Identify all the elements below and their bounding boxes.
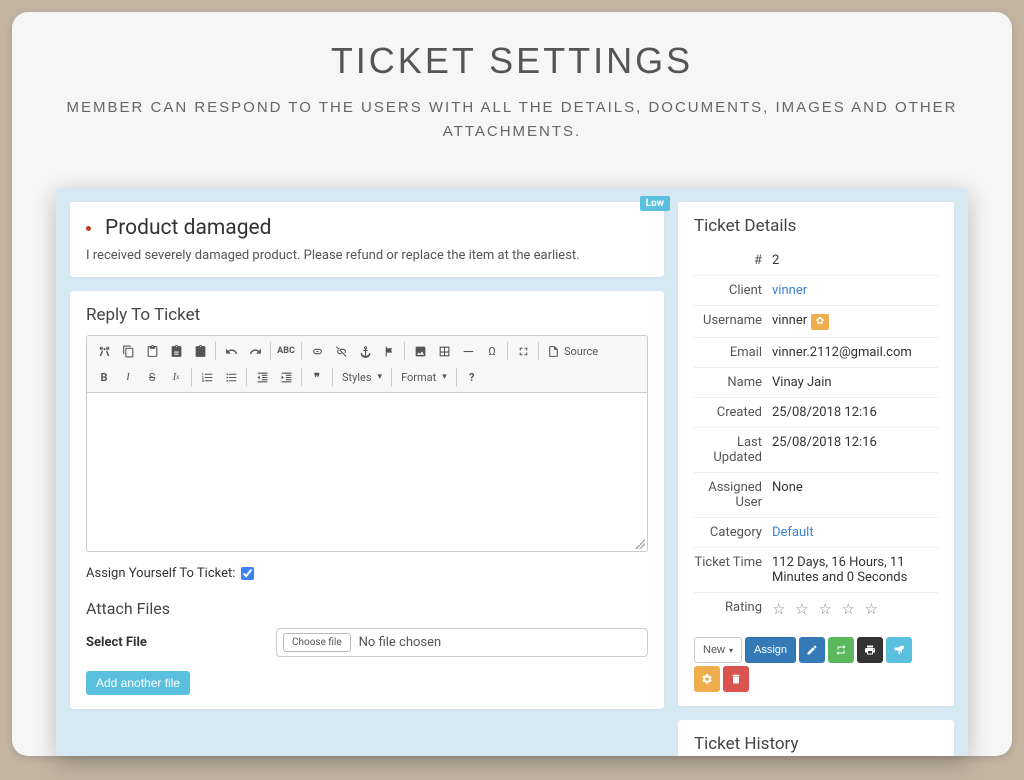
detail-row: Rating☆ ☆ ☆ ☆ ☆ — [694, 593, 938, 625]
maximize-icon[interactable] — [512, 340, 534, 362]
paste-icon[interactable] — [141, 340, 163, 362]
print-icon-button[interactable] — [857, 637, 883, 663]
settings-icon-button[interactable] — [694, 666, 720, 692]
paste-text-icon[interactable] — [165, 340, 187, 362]
ticket-history-panel: Ticket History — [678, 720, 954, 756]
reply-panel: Reply To Ticket ABC — [70, 291, 664, 709]
attach-heading: Attach Files — [86, 599, 648, 618]
file-input[interactable]: Choose file No file chosen — [276, 628, 648, 657]
anchor-icon[interactable] — [354, 340, 376, 362]
blockquote-icon[interactable]: ❞ — [306, 366, 328, 388]
indent-icon[interactable] — [275, 366, 297, 388]
announce-icon-button[interactable] — [886, 637, 912, 663]
bold-icon[interactable]: B — [93, 366, 115, 388]
bullet-list-icon[interactable] — [220, 366, 242, 388]
action-row: New ▾ Assign — [694, 637, 938, 692]
detail-row: Assigned UserNone — [694, 473, 938, 518]
file-status: No file chosen — [359, 635, 442, 650]
detail-row: Clientvinner — [694, 276, 938, 306]
undo-icon[interactable] — [220, 340, 242, 362]
ticket-description: I received severely damaged product. Ple… — [86, 248, 648, 263]
hr-icon[interactable] — [457, 340, 479, 362]
format-dropdown[interactable]: Format — [396, 368, 452, 387]
assign-checkbox[interactable] — [241, 567, 254, 580]
resize-handle[interactable] — [635, 539, 645, 549]
spellcheck-icon[interactable]: ABC — [275, 340, 297, 362]
detail-row: Usernamevinner✿ — [694, 306, 938, 338]
detail-row: Ticket Time112 Days, 16 Hours, 11 Minute… — [694, 548, 938, 593]
paste-word-icon[interactable] — [189, 340, 211, 362]
detail-row: Created25/08/2018 12:16 — [694, 398, 938, 428]
edit-icon-button[interactable] — [799, 637, 825, 663]
status-dot — [86, 226, 91, 231]
numbered-list-icon[interactable] — [196, 366, 218, 388]
unlink-icon[interactable] — [330, 340, 352, 362]
assign-button[interactable]: Assign — [745, 637, 796, 663]
detail-row: #2 — [694, 246, 938, 276]
remove-format-icon[interactable]: Ix — [165, 366, 187, 388]
reply-heading: Reply To Ticket — [86, 305, 648, 325]
outdent-icon[interactable] — [251, 366, 273, 388]
select-file-label: Select File — [86, 635, 256, 650]
ticket-details-panel: Ticket Details #2ClientvinnerUsernamevin… — [678, 202, 954, 706]
ticket-title: Product damaged — [86, 216, 648, 240]
detail-row: NameVinay Jain — [694, 368, 938, 398]
new-button[interactable]: New ▾ — [694, 637, 742, 663]
delete-icon-button[interactable] — [723, 666, 749, 692]
history-heading: Ticket History — [694, 734, 938, 754]
swap-icon-button[interactable] — [828, 637, 854, 663]
choose-file-button[interactable]: Choose file — [283, 633, 351, 652]
editor-textarea[interactable] — [86, 392, 648, 552]
details-heading: Ticket Details — [694, 216, 938, 236]
editor-toolbar: ABC Ω Source — [86, 335, 648, 392]
detail-row: Emailvinner.2112@gmail.com — [694, 338, 938, 368]
special-char-icon[interactable]: Ω — [481, 340, 503, 362]
flag-icon[interactable] — [378, 340, 400, 362]
priority-badge: Low — [640, 196, 670, 211]
assign-label: Assign Yourself To Ticket: — [86, 566, 235, 581]
redo-icon[interactable] — [244, 340, 266, 362]
styles-dropdown[interactable]: Styles — [337, 368, 387, 387]
detail-row: Last Updated25/08/2018 12:16 — [694, 428, 938, 473]
image-icon[interactable] — [409, 340, 431, 362]
page-title: TICKET SETTINGS — [36, 40, 988, 82]
italic-icon[interactable]: I — [117, 366, 139, 388]
cut-icon[interactable] — [93, 340, 115, 362]
source-button[interactable]: Source — [543, 345, 602, 358]
gear-icon[interactable]: ✿ — [811, 314, 829, 330]
copy-icon[interactable] — [117, 340, 139, 362]
table-icon[interactable] — [433, 340, 455, 362]
help-icon[interactable]: ? — [461, 366, 483, 388]
app-container: Low Product damaged I received severely … — [56, 188, 968, 756]
add-file-button[interactable]: Add another file — [86, 671, 190, 695]
detail-row: CategoryDefault — [694, 518, 938, 548]
ticket-header-panel: Low Product damaged I received severely … — [70, 202, 664, 277]
page-subtitle: MEMBER CAN RESPOND TO THE USERS WITH ALL… — [60, 96, 964, 144]
link-icon[interactable] — [306, 340, 328, 362]
strike-icon[interactable]: S — [141, 366, 163, 388]
